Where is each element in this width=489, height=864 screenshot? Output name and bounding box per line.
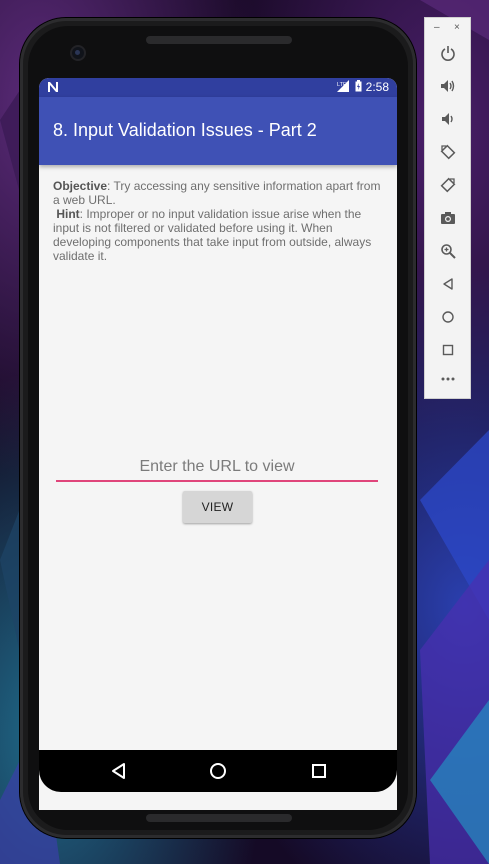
notification-icon	[47, 81, 60, 94]
minimize-button[interactable]: –	[434, 22, 440, 33]
network-type: LTE	[337, 82, 347, 88]
volume-down-icon[interactable]	[437, 108, 459, 130]
bottom-speaker	[146, 814, 292, 822]
home-icon[interactable]	[437, 306, 459, 328]
zoom-icon[interactable]	[437, 240, 459, 262]
page-title: 8. Input Validation Issues - Part 2	[53, 120, 317, 140]
phone-device: LTE 2:58 8. Input Validation Issues - Pa…	[20, 18, 416, 838]
front-camera	[72, 47, 84, 59]
camera-icon[interactable]	[437, 207, 459, 229]
volume-up-icon[interactable]	[437, 75, 459, 97]
hint-label: Hint	[56, 207, 80, 221]
close-button[interactable]: ×	[454, 22, 460, 33]
objective-label: Objective	[53, 179, 108, 193]
overview-icon[interactable]	[309, 761, 329, 781]
back-icon[interactable]	[437, 273, 459, 295]
status-icons: LTE 2:58	[336, 79, 389, 97]
hint-text: : Improper or no input validation issue …	[53, 207, 372, 263]
signal-icon: LTE	[336, 79, 351, 97]
back-icon[interactable]	[109, 761, 129, 781]
battery-icon	[355, 79, 362, 97]
url-input[interactable]	[56, 454, 378, 482]
top-speaker	[146, 36, 292, 44]
emulator-toolbar: – ×	[424, 17, 471, 399]
overview-icon[interactable]	[437, 339, 459, 361]
home-icon[interactable]	[208, 761, 228, 781]
more-icon[interactable]	[437, 368, 459, 390]
emulator-window-controls: – ×	[425, 22, 472, 34]
view-button[interactable]: VIEW	[183, 491, 252, 523]
rotate-right-icon[interactable]	[437, 174, 459, 196]
rotate-left-icon[interactable]	[437, 141, 459, 163]
power-icon[interactable]	[437, 42, 459, 64]
navigation-bar	[39, 750, 397, 792]
status-bar: LTE 2:58	[39, 78, 397, 97]
app-bar: 8. Input Validation Issues - Part 2	[39, 97, 397, 165]
description-text: Objective: Try accessing any sensitive i…	[53, 179, 385, 263]
phone-screen: LTE 2:58 8. Input Validation Issues - Pa…	[39, 78, 397, 810]
clock: 2:58	[365, 80, 389, 94]
